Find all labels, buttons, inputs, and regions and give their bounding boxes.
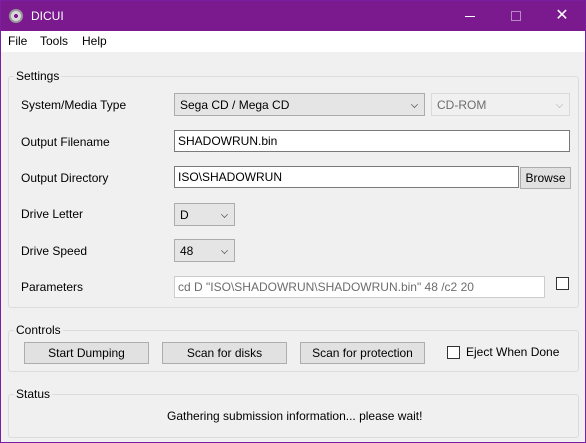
output-directory-input[interactable]: ISO\SHADOWRUN — [174, 166, 519, 188]
output-filename-input[interactable]: SHADOWRUN.bin — [174, 130, 570, 152]
chevron-down-icon — [221, 247, 228, 254]
media-type-select[interactable]: CD-ROM — [431, 93, 570, 116]
drive-letter-value: D — [180, 208, 189, 222]
system-select[interactable]: Sega CD / Mega CD — [174, 93, 425, 116]
menu-bar: File Tools Help — [1, 31, 585, 52]
disc-icon — [9, 9, 23, 23]
chevron-down-icon — [411, 101, 418, 108]
start-dumping-button[interactable]: Start Dumping — [24, 342, 149, 364]
system-media-type-label: System/Media Type — [21, 98, 127, 112]
system-select-value: Sega CD / Mega CD — [180, 98, 290, 112]
minimize-icon — [465, 15, 475, 17]
dicui-window: DICUI ✕ File Tools Help Settings System/… — [0, 0, 586, 443]
chevron-down-icon — [221, 211, 228, 218]
eject-when-done-checkbox[interactable] — [447, 346, 460, 359]
close-icon: ✕ — [555, 7, 569, 24]
close-button[interactable]: ✕ — [539, 1, 585, 31]
media-type-value: CD-ROM — [437, 98, 487, 112]
controls-group-label: Controls — [14, 323, 63, 337]
parameters-input[interactable]: cd D "ISO\SHADOWRUN\SHADOWRUN.bin" 48 /c… — [174, 276, 545, 298]
drive-speed-label: Drive Speed — [21, 244, 88, 258]
menu-help[interactable]: Help — [82, 34, 107, 48]
parameters-edit-checkbox[interactable] — [556, 277, 569, 290]
window-title: DICUI — [31, 9, 64, 23]
eject-when-done-label[interactable]: Eject When Done — [466, 345, 559, 359]
drive-letter-label: Drive Letter — [21, 207, 84, 221]
parameters-label: Parameters — [21, 280, 84, 294]
scan-for-protection-button[interactable]: Scan for protection — [300, 342, 425, 364]
scan-for-disks-button[interactable]: Scan for disks — [162, 342, 287, 364]
browse-button[interactable]: Browse — [520, 167, 571, 189]
title-bar[interactable]: DICUI ✕ — [1, 1, 585, 31]
menu-file[interactable]: File — [8, 34, 27, 48]
output-filename-value: SHADOWRUN.bin — [178, 134, 278, 148]
status-message: Gathering submission information... plea… — [167, 409, 423, 423]
output-filename-label: Output Filename — [21, 135, 110, 149]
drive-letter-select[interactable]: D — [174, 203, 235, 226]
settings-group-label: Settings — [14, 69, 62, 83]
menu-tools[interactable]: Tools — [40, 34, 68, 48]
output-directory-label: Output Directory — [21, 171, 109, 185]
output-directory-value: ISO\SHADOWRUN — [178, 170, 283, 184]
minimize-button[interactable] — [447, 1, 493, 31]
drive-speed-select[interactable]: 48 — [174, 239, 235, 262]
parameters-value: cd D "ISO\SHADOWRUN\SHADOWRUN.bin" 48 /c… — [178, 280, 474, 294]
drive-speed-value: 48 — [180, 244, 194, 258]
maximize-icon — [511, 11, 521, 21]
chevron-down-icon — [556, 101, 563, 108]
maximize-button[interactable] — [493, 1, 539, 31]
status-group-label: Status — [14, 387, 53, 401]
